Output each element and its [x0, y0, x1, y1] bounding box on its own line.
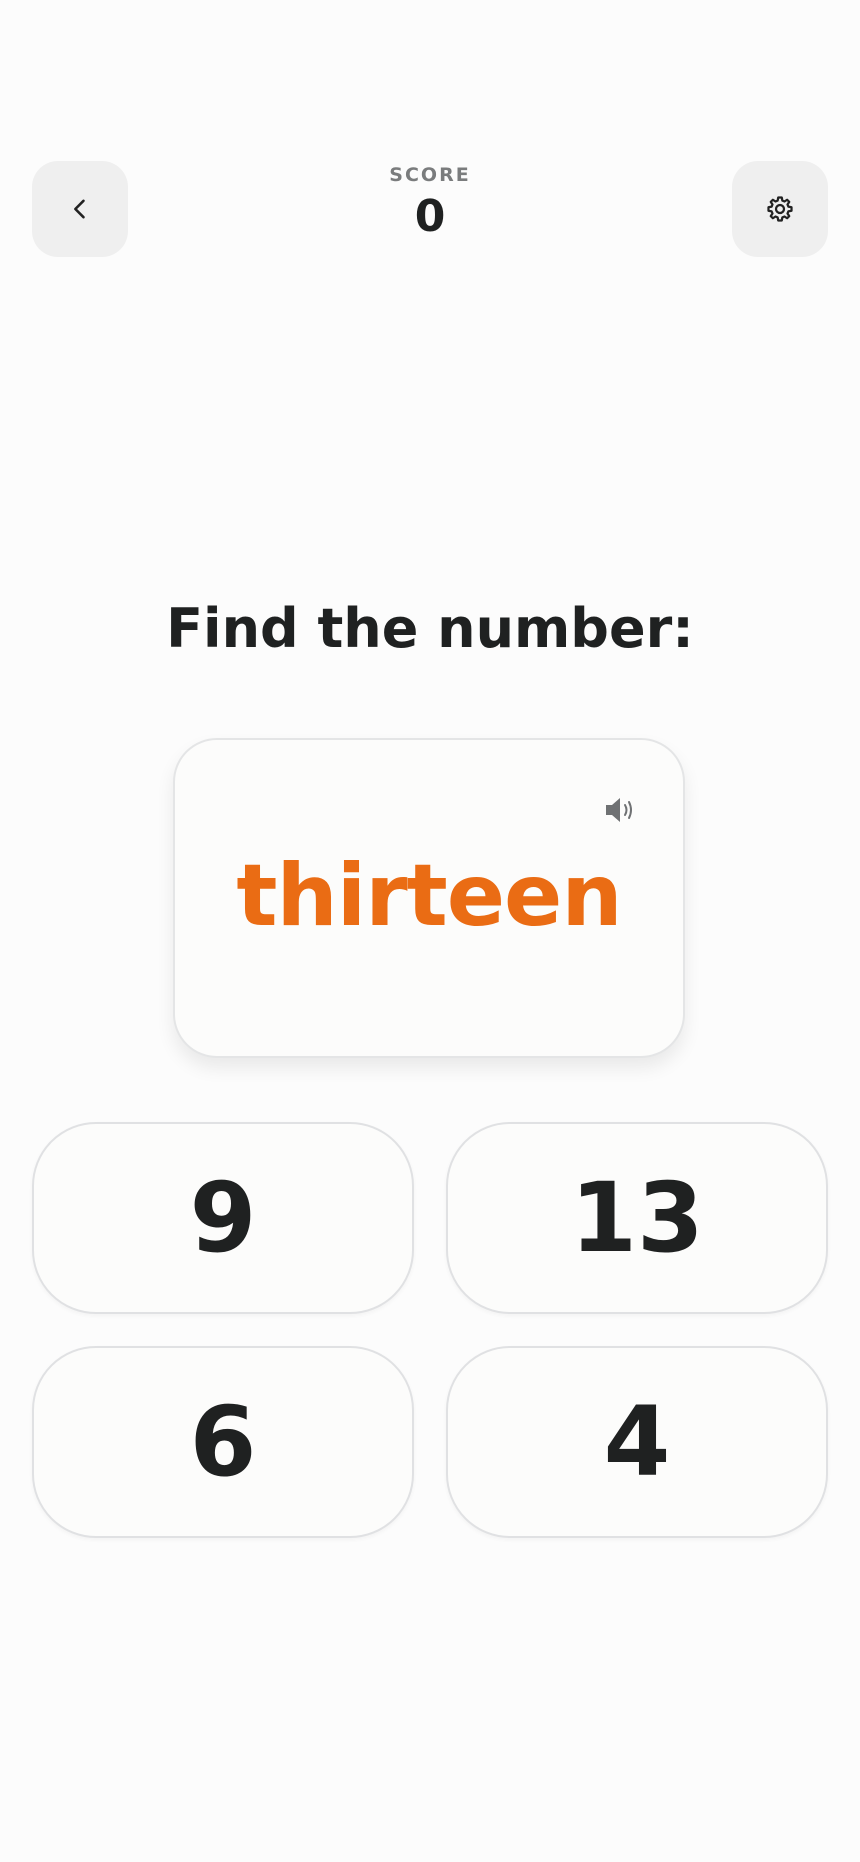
word-card: thirteen [173, 738, 685, 1058]
answer-option[interactable]: 13 [446, 1122, 828, 1314]
score-label: SCORE [389, 164, 471, 186]
speaker-icon[interactable] [602, 795, 638, 825]
question-prompt: Find the number: [166, 597, 694, 660]
score-value: 0 [414, 191, 446, 242]
answer-option[interactable]: 6 [32, 1346, 414, 1538]
back-button[interactable] [32, 161, 128, 257]
answer-grid: 9 13 6 4 [32, 1122, 828, 1538]
score-display: SCORE 0 [330, 163, 530, 245]
chevron-left-icon [66, 195, 94, 223]
answer-option[interactable]: 4 [446, 1346, 828, 1538]
answer-option[interactable]: 9 [32, 1122, 414, 1314]
settings-button[interactable] [732, 161, 828, 257]
gear-icon [765, 194, 795, 224]
target-number-word: thirteen [236, 846, 622, 946]
